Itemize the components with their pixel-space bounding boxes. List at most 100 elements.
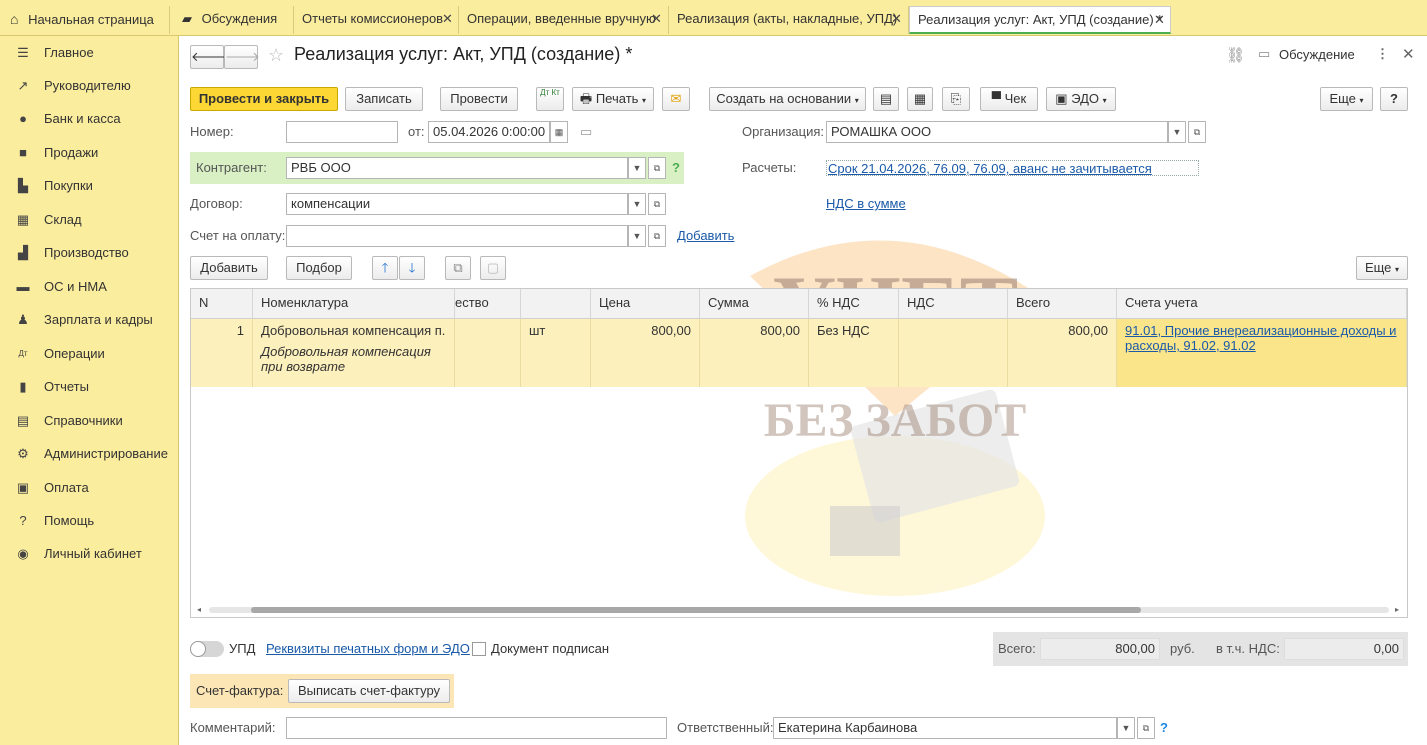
column-header[interactable]: Сумма	[700, 289, 809, 319]
upd-toggle[interactable]	[190, 641, 224, 657]
date-field[interactable]: 05.04.2026 0:00:00	[428, 121, 550, 143]
unit-cell[interactable]: шт	[521, 319, 591, 387]
copy-row-button[interactable]: ⧉	[445, 256, 471, 280]
sidebar-item-admin[interactable]: ⚙ Администрирование	[0, 439, 179, 469]
post-button[interactable]: Провести	[440, 87, 518, 111]
settlements-link[interactable]: Срок 21.04.2026, 76.09, 76.09, аванс не …	[826, 160, 1199, 176]
add-invoice-link[interactable]: Добавить	[677, 228, 734, 243]
structure-button[interactable]: ▦	[907, 87, 933, 111]
column-header[interactable]: ество	[455, 289, 521, 319]
print-forms-link[interactable]: Реквизиты печатных форм и ЭДО	[266, 641, 470, 656]
close-icon[interactable]: ✕	[651, 6, 662, 32]
chevron-down-icon[interactable]: ▼	[628, 193, 646, 215]
chevron-down-icon[interactable]: ▼	[628, 225, 646, 247]
print-button[interactable]: 🖶 Печать ▾	[572, 87, 654, 111]
column-header[interactable]: Всего	[1008, 289, 1117, 319]
issue-invoice-button[interactable]: Выписать счет-фактуру	[288, 679, 450, 703]
question-icon[interactable]: ?	[1160, 720, 1168, 735]
tab-commission-reports[interactable]: Отчеты комиссионеров ✕	[294, 6, 459, 34]
sidebar-item-main[interactable]: ☰ Главное	[0, 38, 179, 68]
responsible-field[interactable]: Екатерина Карбаинова	[773, 717, 1117, 739]
email-button[interactable]: ✉	[662, 87, 690, 111]
counterparty-field[interactable]: РВБ ООО	[286, 157, 628, 179]
chevron-down-icon[interactable]: ▼	[1168, 121, 1186, 143]
column-header[interactable]: НДС	[899, 289, 1008, 319]
sidebar-item-catalogs[interactable]: ▤ Справочники	[0, 406, 179, 436]
sum-cell[interactable]: 800,00	[700, 319, 809, 387]
close-icon[interactable]: ✕	[442, 6, 453, 32]
vat-in-sum-link[interactable]: НДС в сумме	[826, 196, 906, 211]
sidebar-item-sales[interactable]: ■ Продажи	[0, 138, 179, 168]
scroll-left-icon[interactable]: ◂	[197, 605, 201, 614]
comment-field[interactable]	[286, 717, 667, 739]
create-based-on-button[interactable]: Создать на основании ▾	[709, 87, 866, 111]
save-button[interactable]: Записать	[345, 87, 423, 111]
move-up-button[interactable]: 🡑	[372, 256, 398, 280]
column-header[interactable]	[521, 289, 591, 319]
scroll-right-icon[interactable]: ▸	[1395, 605, 1399, 614]
signed-checkbox[interactable]	[472, 642, 486, 656]
accounts-link[interactable]: 91.01, Прочие внереализационные доходы и…	[1125, 323, 1396, 353]
link-icon[interactable]: ⛓	[1226, 46, 1245, 64]
quantity-cell[interactable]	[455, 319, 521, 387]
sidebar-item-operations[interactable]: Дт Операции	[0, 339, 179, 369]
close-icon[interactable]: ✕	[891, 6, 902, 32]
tab-realization-list[interactable]: Реализация (акты, накладные, УПД) ✕	[669, 6, 909, 34]
accounts-cell[interactable]: 91.01, Прочие внереализационные доходы и…	[1117, 319, 1407, 387]
tab-manual-operations[interactable]: Операции, введенные вручную ✕	[459, 6, 669, 34]
total-cell[interactable]: 800,00	[1008, 319, 1117, 387]
open-icon[interactable]: ⧉	[1137, 717, 1155, 739]
chevron-down-icon[interactable]: ▼	[628, 157, 646, 179]
sidebar-item-fixed-assets[interactable]: ▬ ОС и НМА	[0, 272, 179, 302]
sidebar-item-reports[interactable]: ▮ Отчеты	[0, 372, 179, 402]
tab-home[interactable]: ⌂ Начальная страница	[0, 6, 170, 34]
move-down-button[interactable]: 🡓	[399, 256, 425, 280]
scrollbar-thumb[interactable]	[251, 607, 1141, 613]
open-icon[interactable]: ⧉	[648, 193, 666, 215]
sidebar-item-bank[interactable]: ● Банк и касса	[0, 104, 179, 134]
open-icon[interactable]: ⧉	[1188, 121, 1206, 143]
pick-button[interactable]: Подбор	[286, 256, 352, 280]
column-header[interactable]: Номенклатура	[253, 289, 455, 319]
sidebar-item-salary[interactable]: ♟ Зарплата и кадры	[0, 305, 179, 335]
dt-kt-button[interactable]: Дт Кт	[536, 87, 564, 111]
open-icon[interactable]: ⧉	[648, 225, 666, 247]
table-more-button[interactable]: Еще ▾	[1356, 256, 1408, 280]
column-header[interactable]: Счета учета	[1117, 289, 1407, 319]
sidebar-item-account[interactable]: ◉ Личный кабинет	[0, 539, 179, 569]
vat-cell[interactable]	[899, 319, 1008, 387]
sidebar-item-production[interactable]: ▟ Производство	[0, 238, 179, 268]
star-icon[interactable]: ☆	[268, 45, 284, 66]
column-header[interactable]: N	[191, 289, 253, 319]
close-icon[interactable]: ✕	[1154, 7, 1165, 33]
back-button[interactable]: 🡐	[190, 45, 226, 69]
sidebar-item-manager[interactable]: ↗ Руководителю	[0, 71, 179, 101]
number-field[interactable]	[286, 121, 398, 143]
sidebar-item-warehouse[interactable]: ▦ Склад	[0, 205, 179, 235]
vat-rate-cell[interactable]: Без НДС	[809, 319, 899, 387]
edo-button[interactable]: ▣ ЭДО ▾	[1046, 87, 1116, 111]
help-button[interactable]: ?	[1380, 87, 1408, 111]
journal-button[interactable]: ▤	[873, 87, 899, 111]
column-header[interactable]: Цена	[591, 289, 700, 319]
sidebar-item-payment[interactable]: ▣ Оплата	[0, 473, 179, 503]
column-header[interactable]: % НДС	[809, 289, 899, 319]
sidebar-item-help[interactable]: ? Помощь	[0, 506, 179, 536]
open-icon[interactable]: ⧉	[648, 157, 666, 179]
calendar-icon[interactable]: ▦	[550, 121, 568, 143]
invoice-field[interactable]	[286, 225, 628, 247]
chevron-down-icon[interactable]: ▼	[1117, 717, 1135, 739]
close-icon[interactable]: ✕	[1402, 45, 1415, 63]
number-history-icon[interactable]: ▭	[580, 124, 592, 140]
item-cell[interactable]: Добровольная компенсация п... Добровольн…	[253, 319, 455, 387]
more-vertical-icon[interactable]: ⋮	[1376, 46, 1389, 62]
tab-discussions[interactable]: ▰ Обсуждения	[170, 6, 294, 34]
forward-button[interactable]: 🡒	[224, 45, 260, 69]
contract-field[interactable]: компенсации	[286, 193, 628, 215]
sidebar-item-purchases[interactable]: ▙ Покупки	[0, 171, 179, 201]
paste-row-button[interactable]: ▢	[480, 256, 506, 280]
tab-realization-create[interactable]: Реализация услуг: Акт, УПД (создание) * …	[909, 6, 1171, 34]
price-cell[interactable]: 800,00	[591, 319, 700, 387]
more-button[interactable]: Еще ▾	[1320, 87, 1373, 111]
attach-button[interactable]: ⎘	[942, 87, 970, 111]
